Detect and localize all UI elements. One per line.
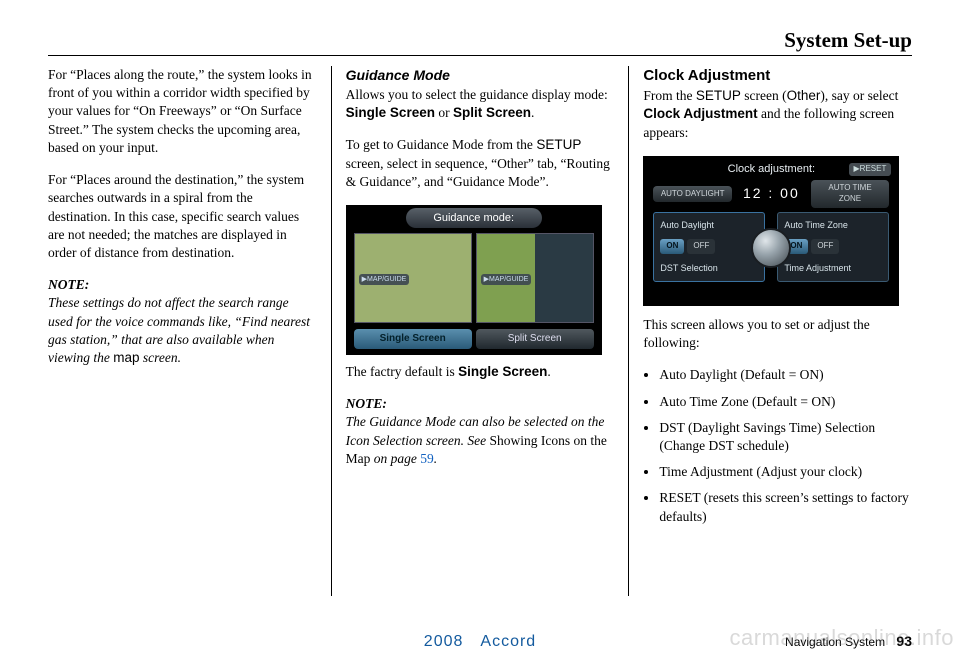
column-2: Guidance Mode Allows you to select the g… — [334, 66, 627, 596]
column-1: For “Places along the route,” the system… — [48, 66, 329, 596]
col2-note-c: . — [434, 451, 437, 466]
cs-left-toggle: ON OFF — [660, 239, 758, 254]
col2-p2: To get to Guidance Mode from the SETUP s… — [346, 136, 615, 191]
note-body-b: screen. — [140, 350, 181, 365]
bullet-1: Auto Time Zone (Default = ON) — [659, 393, 912, 411]
bullet-4: RESET (resets this screen’s settings to … — [659, 489, 912, 525]
cs-panel-left: Auto Daylight ON OFF DST Selection — [653, 212, 765, 282]
cs-left-off: OFF — [687, 239, 715, 254]
column-3: Clock Adjustment From the SETUP screen (… — [631, 66, 912, 596]
bullet-0: Auto Daylight (Default = ON) — [659, 366, 912, 384]
col2-p1a: Allows you to select the guidance displa… — [346, 87, 608, 102]
cs-panel-right: Auto Time Zone ON OFF Time Adjustment — [777, 212, 889, 282]
footer-year-model: 2008 Accord — [424, 633, 536, 651]
col3-p1: From the SETUP screen (Other), say or se… — [643, 87, 912, 142]
gs-pane-split — [476, 233, 594, 323]
col2-default: The factry default is Single Screen. — [346, 363, 615, 381]
col3-setup: SETUP — [696, 88, 741, 103]
content-columns: For “Places along the route,” the system… — [48, 66, 912, 596]
page-title: System Set-up — [48, 28, 912, 53]
cs-time: 12 : 00 — [738, 184, 805, 203]
col2-p1: Allows you to select the guidance displa… — [346, 86, 615, 122]
col3-p1c: ), say or select — [820, 88, 898, 103]
col2-note-hd: NOTE: — [346, 396, 387, 411]
cs-right-off: OFF — [811, 239, 839, 254]
col2-default-a: The factry default is — [346, 364, 458, 379]
cs-right-label: Auto Time Zone — [784, 219, 882, 231]
column-divider-1 — [331, 66, 332, 596]
header-rule: System Set-up — [48, 28, 912, 56]
col2-note-body: The Guidance Mode can also be selected o… — [346, 414, 607, 465]
bullet-2: DST (Daylight Savings Time) Selection (C… — [659, 419, 912, 455]
cs-dst: DST Selection — [660, 262, 758, 274]
cs-autotimezone-pill: AUTO TIME ZONE — [811, 180, 890, 208]
col1-p1: For “Places along the route,” the system… — [48, 66, 317, 157]
col3-other: Other — [787, 88, 821, 103]
note-map-word: map — [113, 350, 139, 365]
cs-left-on: ON — [660, 239, 684, 254]
col3-bullets: Auto Daylight (Default = ON) Auto Time Z… — [643, 366, 912, 526]
col1-p2: For “Places around the destination,” the… — [48, 171, 317, 262]
col2-note-pagelink: 59 — [420, 451, 434, 466]
cs-autodaylight-pill: AUTO DAYLIGHT — [653, 186, 732, 203]
col3-clock: Clock Adjustment — [643, 106, 757, 121]
col2-note-b: on page — [370, 451, 420, 466]
col3-p1a: From the — [643, 88, 696, 103]
gs-title: Guidance mode: — [406, 208, 542, 228]
col2-p2a: To get to Guidance Mode from the — [346, 137, 537, 152]
cs-knob — [751, 228, 791, 268]
cs-right-toggle: ON OFF — [784, 239, 882, 254]
cs-timeadj: Time Adjustment — [784, 262, 882, 274]
cs-row1: AUTO DAYLIGHT 12 : 00 AUTO TIME ZONE — [653, 184, 889, 204]
col3-p1b: screen ( — [741, 88, 787, 103]
col2-setup: SETUP — [536, 137, 581, 152]
note-body: These settings do not affect the search … — [48, 295, 310, 365]
gs-btn-split: Split Screen — [476, 329, 594, 349]
gs-split-map — [477, 234, 535, 322]
col2-note: NOTE: The Guidance Mode can also be sele… — [346, 395, 615, 468]
col2-single: Single Screen — [346, 105, 435, 120]
clock-adjustment-screenshot: Clock adjustment: ▶RESET AUTO DAYLIGHT 1… — [643, 156, 899, 306]
col2-default-b: Single Screen — [458, 364, 547, 379]
guidance-mode-screenshot: Guidance mode: Single Screen Split Scree… — [346, 205, 602, 355]
cs-reset: ▶RESET — [849, 163, 892, 176]
col2-default-c: . — [547, 364, 550, 379]
note-heading: NOTE: — [48, 277, 89, 292]
guidance-mode-heading: Guidance Mode — [346, 66, 615, 85]
col2-end: . — [531, 105, 534, 120]
watermark: carmanualsonline.info — [729, 625, 954, 651]
col2-split: Split Screen — [453, 105, 531, 120]
gs-pane-single — [354, 233, 472, 323]
bullet-3: Time Adjustment (Adjust your clock) — [659, 463, 912, 481]
gs-split-guide — [535, 234, 593, 322]
clock-adjustment-heading: Clock Adjustment — [643, 66, 912, 86]
col2-or: or — [435, 105, 453, 120]
cs-left-label: Auto Daylight — [660, 219, 758, 231]
col3-p2: This screen allows you to set or adjust … — [643, 316, 912, 352]
gs-btn-single: Single Screen — [354, 329, 472, 349]
col1-note: NOTE: These settings do not affect the s… — [48, 276, 317, 367]
col2-p2b: screen, select in sequence, “Other” tab,… — [346, 156, 610, 189]
column-divider-2 — [628, 66, 629, 596]
